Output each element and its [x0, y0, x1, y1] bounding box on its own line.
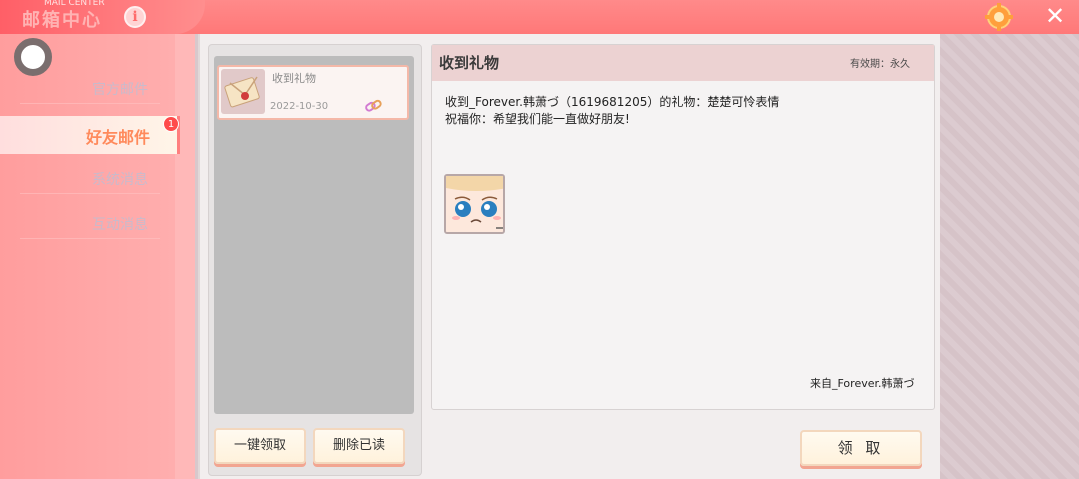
close-icon[interactable]: ✕: [1043, 4, 1067, 28]
sidebar-item-system[interactable]: 系统消息: [20, 166, 160, 194]
notification-badge: 1: [163, 116, 179, 132]
title-area: MAIL CENTER 邮箱中心: [0, 0, 205, 34]
attachment-icon: [365, 99, 382, 112]
validity-label: 有效期：永久: [850, 59, 910, 70]
sidebar-divider: [175, 34, 195, 479]
one-key-claim-button[interactable]: 一键领取: [214, 428, 306, 464]
mail-body-line-1: 收到_Forever.韩萧づ（1619681205）的礼物：楚楚可怜表情: [445, 95, 780, 109]
mail-envelope-icon: [221, 69, 265, 114]
mail-detail-title: 收到礼物: [439, 54, 500, 72]
gear-icon[interactable]: [985, 3, 1013, 31]
page-title: 邮箱中心: [22, 10, 102, 31]
delete-read-button[interactable]: 删除已读: [313, 428, 405, 464]
info-icon[interactable]: i: [124, 6, 146, 28]
mail-item-title: 收到礼物: [272, 72, 316, 85]
avatar[interactable]: [14, 38, 52, 76]
gift-emoji-icon[interactable]: [444, 174, 505, 234]
mail-body-line-2: 祝福你：希望我们能一直做好朋友!: [445, 112, 630, 126]
sender-label: 来自_Forever.韩萧づ: [810, 377, 915, 390]
sidebar-item-official[interactable]: 官方邮件: [20, 76, 160, 104]
sidebar-item-friends[interactable]: 好友邮件: [86, 124, 150, 148]
mail-item-date: 2022-10-30: [270, 101, 329, 112]
claim-button[interactable]: 领 取: [800, 430, 922, 466]
background-pattern: [940, 34, 1079, 479]
sidebar-item-interact[interactable]: 互动消息: [20, 211, 160, 239]
